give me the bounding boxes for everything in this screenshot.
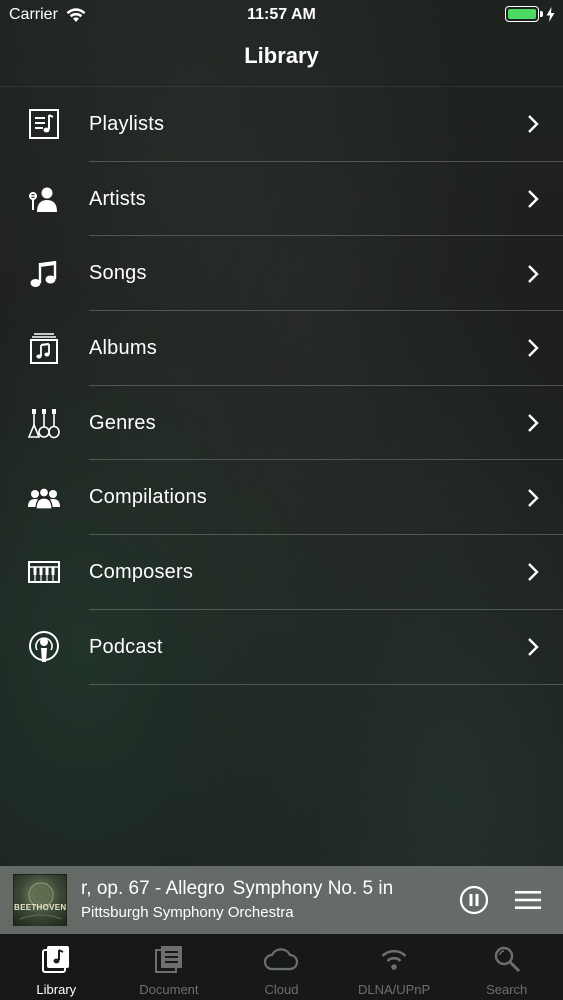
chevron-right-icon xyxy=(528,115,539,134)
library-item-label: Playlists xyxy=(89,112,165,135)
tab-label: Cloud xyxy=(264,982,299,997)
charging-bolt-icon xyxy=(546,6,555,22)
search-icon xyxy=(493,943,521,975)
tab-search[interactable]: Search xyxy=(450,934,563,1000)
tab-label: Library xyxy=(36,982,77,997)
podcast-icon xyxy=(26,629,62,665)
battery-indicator xyxy=(505,6,555,22)
battery-icon xyxy=(505,6,539,22)
queue-menu-button[interactable] xyxy=(513,888,543,912)
document-icon xyxy=(154,943,184,975)
row-separator xyxy=(89,683,563,685)
tab-library[interactable]: Library xyxy=(0,934,113,1000)
tab-label: Document xyxy=(139,982,199,997)
cloud-icon xyxy=(263,943,299,975)
compilations-icon xyxy=(26,480,62,516)
tab-bar: Library Document Cloud DLNA/UPnP Search xyxy=(0,934,563,1000)
tab-cloud[interactable]: Cloud xyxy=(225,934,338,1000)
chevron-right-icon xyxy=(528,414,539,432)
chevron-right-icon xyxy=(528,638,539,657)
playlist-icon xyxy=(26,106,62,142)
library-item-genres[interactable]: Genres xyxy=(0,386,563,461)
library-item-podcast[interactable]: Podcast xyxy=(0,610,563,685)
library-item-label: Songs xyxy=(89,262,147,285)
chevron-right-icon xyxy=(528,563,539,582)
artist-icon xyxy=(26,181,62,217)
genres-icon xyxy=(26,405,62,441)
pause-button[interactable] xyxy=(459,885,489,915)
title-marquee-continuation: Symphony No. 5 in xyxy=(232,878,394,899)
library-item-artists[interactable]: Artists xyxy=(0,162,563,237)
library-icon xyxy=(41,943,71,975)
album-artwork[interactable]: BEETHOVEN xyxy=(13,874,67,926)
library-item-label: Albums xyxy=(89,336,157,359)
library-item-label: Genres xyxy=(89,411,156,434)
piano-icon xyxy=(26,554,62,590)
library-item-playlists[interactable]: Playlists xyxy=(0,87,563,162)
now-playing-bar[interactable]: BEETHOVEN r, op. 67 - Allegro Symphony No… xyxy=(0,866,563,934)
library-item-label: Composers xyxy=(89,560,194,583)
library-item-albums[interactable]: Albums xyxy=(0,311,563,386)
music-note-icon xyxy=(26,256,62,292)
chevron-right-icon xyxy=(528,339,539,358)
title-text: r, op. 67 - Allegro xyxy=(81,878,225,899)
library-item-label: Compilations xyxy=(89,486,208,509)
now-playing-artist: Pittsburgh Symphony Orchestra xyxy=(81,904,294,921)
tab-dlna[interactable]: DLNA/UPnP xyxy=(338,934,451,1000)
chevron-right-icon xyxy=(528,488,539,507)
status-bar: Carrier 11:57 AM xyxy=(0,0,563,30)
tab-label: Search xyxy=(486,982,528,997)
page-title: Library xyxy=(244,43,319,68)
library-list: Playlists Artists Songs Albums Genres Co… xyxy=(0,87,563,685)
clock: 11:57 AM xyxy=(247,6,316,23)
library-item-songs[interactable]: Songs xyxy=(0,236,563,312)
library-item-label: Podcast xyxy=(89,635,163,658)
now-playing-title: r, op. 67 - Allegro Symphony No. 5 in xyxy=(81,878,445,900)
tab-label: DLNA/UPnP xyxy=(357,982,431,997)
chevron-right-icon xyxy=(528,190,539,208)
album-icon xyxy=(26,330,62,366)
artwork-caption: BEETHOVEN xyxy=(14,903,67,912)
wifi-icon xyxy=(379,943,409,975)
chevron-right-icon xyxy=(528,264,539,283)
library-item-compilations[interactable]: Compilations xyxy=(0,460,563,536)
library-item-composers[interactable]: Composers xyxy=(0,535,563,610)
library-item-label: Artists xyxy=(89,187,146,210)
tab-document[interactable]: Document xyxy=(113,934,226,1000)
